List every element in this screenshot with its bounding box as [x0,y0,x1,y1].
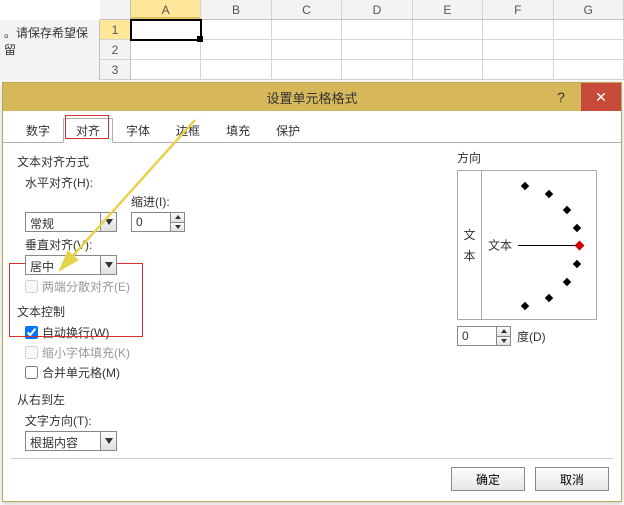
degrees-spinner[interactable]: 0 [457,326,511,346]
dialog-body: 文本对齐方式 水平对齐(H): 常规 缩进(I): 0 [3,143,621,463]
wrap-text-checkbox[interactable] [25,326,38,339]
col-header[interactable]: F [483,0,553,19]
orientation-dial[interactable]: 文 本 文本 [457,170,597,320]
dialog-separator [11,458,613,459]
cell[interactable] [201,20,271,40]
chevron-down-icon [100,432,116,450]
chevron-down-icon [100,213,116,231]
merge-cells-checkbox[interactable] [25,366,38,379]
cell[interactable] [554,60,624,80]
ok-button[interactable]: 确定 [451,467,525,491]
indent-spinner[interactable]: 0 [131,212,185,232]
cell[interactable] [483,60,553,80]
cell[interactable] [413,20,483,40]
col-header[interactable]: B [201,0,271,19]
col-header[interactable]: E [413,0,483,19]
cell[interactable] [272,60,342,80]
cell[interactable] [483,40,553,60]
text-direction-combo[interactable]: 根据内容 [25,431,117,451]
shrink-to-fit-row: 缩小字体填充(K) [25,344,607,361]
dialog-title: 设置单元格格式 [266,88,357,107]
row-header[interactable]: 2 [100,40,131,60]
justify-distributed-checkbox [25,280,38,293]
spinner-down-icon[interactable] [497,337,510,346]
select-all-corner[interactable] [100,0,131,19]
row-header[interactable]: 1 [100,20,131,40]
cell[interactable] [554,40,624,60]
col-header[interactable]: D [342,0,412,19]
spinner-up-icon[interactable] [171,213,184,223]
cell[interactable] [272,40,342,60]
vertical-text-char: 本 [463,247,475,264]
text-direction-label: 文字方向(T): [25,412,607,429]
horizontal-align-combo[interactable]: 常规 [25,212,117,232]
merge-cells-label: 合并单元格(M) [42,364,120,381]
degrees-label: 度(D) [517,328,546,345]
tab-font[interactable]: 字体 [113,118,163,143]
cell[interactable] [272,20,342,40]
dialog-titlebar[interactable]: 设置单元格格式 ? ✕ [3,83,621,111]
cell[interactable] [342,40,412,60]
cell[interactable] [131,40,201,60]
orientation-group: 方向 文 本 文本 [457,149,607,346]
cell[interactable] [342,20,412,40]
tab-alignment[interactable]: 对齐 [63,118,113,143]
rtl-group-title: 从右到左 [17,391,607,408]
format-cells-dialog: 设置单元格格式 ? ✕ 数字 对齐 字体 边框 填充 保护 文本对齐方式 水平对… [2,82,622,502]
justify-distributed-label: 两端分散对齐(E) [42,278,130,295]
merge-cells-row[interactable]: 合并单元格(M) [25,364,607,381]
shrink-to-fit-label: 缩小字体填充(K) [42,344,130,361]
tab-number[interactable]: 数字 [13,118,63,143]
orientation-pointer-label: 文本 [488,237,512,254]
cell[interactable] [342,60,412,80]
spinner-up-icon[interactable] [497,327,510,337]
tab-bar: 数字 对齐 字体 边框 填充 保护 [3,117,621,143]
cell[interactable] [201,40,271,60]
orientation-pointer-line [518,245,576,246]
tab-border[interactable]: 边框 [163,118,213,143]
left-note-panel: 。请保存希望保留 [0,20,100,80]
vertical-text-button[interactable]: 文 本 [458,171,482,319]
spinner-down-icon[interactable] [171,223,184,232]
cancel-button[interactable]: 取消 [535,467,609,491]
shrink-to-fit-checkbox [25,346,38,359]
vertical-align-combo[interactable]: 居中 [25,255,117,275]
orientation-group-title: 方向 [457,149,607,166]
cell[interactable] [131,60,201,80]
col-header[interactable]: G [554,0,624,19]
row-header[interactable]: 3 [100,60,131,80]
col-header[interactable]: C [272,0,342,19]
cell[interactable] [483,20,553,40]
cell[interactable] [413,40,483,60]
indent-label: 缩进(I): [131,193,185,210]
chevron-down-icon [100,256,116,274]
help-button[interactable]: ? [541,83,581,111]
vertical-text-char: 文 [463,226,475,243]
wrap-text-label: 自动换行(W) [42,324,109,341]
close-button[interactable]: ✕ [581,83,621,111]
degrees-value: 0 [458,327,496,345]
tab-protection[interactable]: 保护 [263,118,313,143]
spreadsheet-backdrop: A B C D E F G 1 2 3 。请保存希望保留 [0,0,624,85]
col-header[interactable]: A [131,0,201,19]
orientation-arc[interactable]: 文本 [482,171,596,319]
indent-value: 0 [132,213,170,231]
cell[interactable] [413,60,483,80]
cell[interactable] [554,20,624,40]
orientation-pointer-dot [575,241,585,251]
cell[interactable] [201,60,271,80]
cell-a1[interactable] [131,20,201,40]
tab-fill[interactable]: 填充 [213,118,263,143]
